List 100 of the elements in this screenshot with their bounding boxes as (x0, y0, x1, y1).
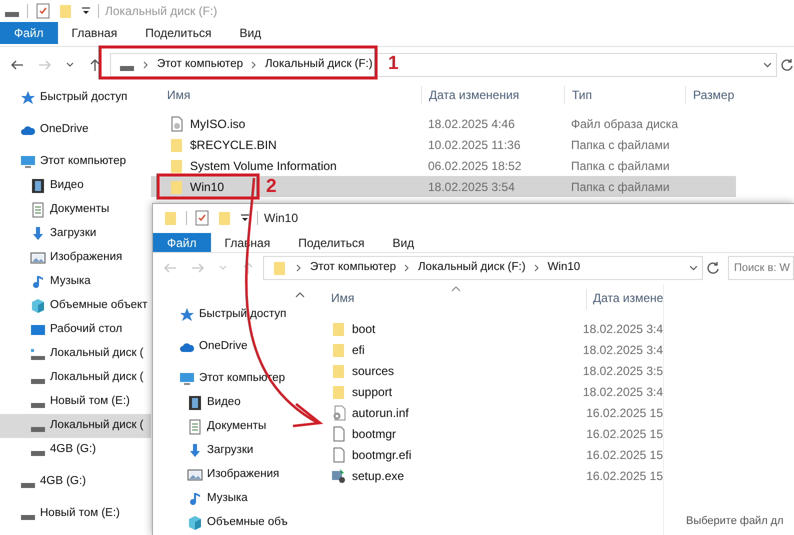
checklist-icon[interactable] (194, 210, 210, 226)
column-header[interactable]: Имя (311, 289, 586, 310)
nav-item[interactable]: Видео (0, 174, 151, 198)
nav-item[interactable]: Быстрый доступ (0, 86, 151, 110)
nav-item[interactable]: Локальный диск ( (0, 414, 151, 438)
nav-item[interactable]: Музыка (0, 270, 151, 294)
file-row[interactable]: setup.exe 16.02.2025 15 (311, 465, 663, 486)
drive-icon (31, 402, 45, 408)
nav-item[interactable]: OneDrive (0, 118, 151, 142)
folder-icon (169, 178, 185, 194)
breadcrumb[interactable]: Локальный диск (F:) (418, 259, 526, 277)
column-header[interactable]: Имя (151, 86, 421, 104)
ribbon-tab[interactable]: Файл (0, 22, 58, 44)
nav-item[interactable]: Этот компьютер (0, 150, 151, 174)
nav-item[interactable]: Новый том (E:) (0, 390, 151, 414)
date-cell-text: 06.02.2025 18:52 (427, 158, 522, 174)
file-row[interactable]: $RECYCLE.BIN 10.02.2025 11:36 Папка с файлами (151, 134, 736, 155)
refresh-icon[interactable] (706, 261, 720, 275)
ribbon-tab[interactable]: Поделиться (284, 232, 378, 252)
file-row[interactable]: MyISO.iso 18.02.2025 4:46 Файл образа диска (151, 113, 736, 134)
chevron-down-icon[interactable] (66, 61, 74, 69)
date-cell-text: 18.02.2025 3:4 (582, 320, 663, 338)
installer-icon (331, 468, 347, 484)
nav-item[interactable]: Изображения (153, 463, 311, 487)
nav-item[interactable]: Документы (153, 415, 311, 439)
column-header[interactable]: Тип (564, 86, 685, 104)
breadcrumb[interactable]: Локальный диск (F:) (265, 56, 373, 74)
file-row[interactable]: support 18.02.2025 3:4 (311, 381, 663, 402)
nav-item[interactable]: 4GB (G:) (0, 438, 151, 462)
ribbon-tab[interactable]: Поделиться (131, 22, 226, 44)
nav-item[interactable]: Объемные объект (0, 294, 151, 318)
file-row[interactable]: bootmgr 16.02.2025 15 (311, 423, 663, 444)
breadcrumb[interactable]: Win10 (548, 259, 580, 277)
nav-item[interactable]: Изображения (0, 246, 151, 270)
star-icon (20, 90, 36, 106)
monitor-icon (20, 154, 36, 170)
file-row[interactable]: boot 18.02.2025 3:4 (311, 318, 663, 339)
address-bar[interactable]: Этот компьютер Локальный диск (F:) Win10 (263, 256, 703, 280)
nav-item[interactable]: Объемные объ (153, 511, 311, 535)
chevron-down-icon[interactable] (763, 60, 772, 70)
column-header[interactable]: Дата изменения (421, 86, 564, 104)
image-icon (187, 467, 203, 483)
file-icon (331, 446, 347, 462)
chevron-right-icon (295, 264, 303, 272)
type-cell-text: Папка с файлами (570, 158, 671, 174)
nav-item[interactable]: Музыка (153, 487, 311, 511)
file-row[interactable]: sources 18.02.2025 3:5 (311, 360, 663, 381)
folder-icon (331, 384, 347, 400)
nav-item[interactable]: Локальный диск ( (0, 342, 151, 366)
sort-caret-icon (451, 286, 461, 292)
file-row[interactable]: efi 18.02.2025 3:4 (311, 339, 663, 360)
nav-item[interactable]: Видео (153, 391, 311, 415)
drive-icon (5, 12, 19, 16)
scroll-up-icon[interactable] (295, 291, 305, 299)
chevron-down-icon[interactable] (689, 264, 698, 272)
column-header[interactable]: Дата измене (586, 289, 663, 310)
file-name: bootmgr (352, 426, 396, 442)
ribbon-tab[interactable]: Главная (58, 22, 132, 44)
up-arrow-icon[interactable] (241, 261, 255, 275)
folder-icon (58, 3, 74, 19)
file-row[interactable]: System Volume Information 06.02.2025 18:52 Папка с файлами (151, 155, 736, 176)
nav-item[interactable]: Документы (0, 198, 151, 222)
breadcrumb[interactable]: Этот компьютер (310, 259, 396, 277)
nav-item[interactable]: Загрузки (153, 439, 311, 463)
chevron-right-icon (403, 264, 411, 272)
ribbon-tab[interactable]: Вид (378, 232, 428, 252)
cube-icon (30, 298, 46, 314)
file-name: efi (352, 342, 365, 358)
file-row[interactable]: bootmgr.efi 16.02.2025 15 (311, 444, 663, 465)
dropdown-icon[interactable] (81, 6, 91, 16)
nav-item[interactable]: 4GB (G:) (0, 470, 151, 494)
search-field[interactable]: Поиск в: W (728, 256, 794, 280)
ribbon-tab[interactable]: Вид (225, 22, 276, 44)
breadcrumb[interactable]: Этот компьютер (157, 56, 243, 74)
file-name: setup.exe (352, 468, 404, 484)
file-row[interactable]: Win10 2 18.02.2025 3:54 Папка с файлами (151, 176, 736, 197)
column-header[interactable]: Размер (685, 86, 735, 104)
nav-item[interactable]: Быстрый доступ (153, 303, 311, 327)
film-icon (30, 178, 46, 194)
file-name: System Volume Information (190, 158, 337, 174)
download-icon (30, 226, 46, 242)
date-cell-text: 18.02.2025 3:4 (582, 342, 663, 358)
date-cell-text: 16.02.2025 15 (585, 426, 663, 442)
nav-item[interactable]: Рабочий стол (0, 318, 151, 342)
chevron-right-icon (142, 61, 150, 69)
nav-item[interactable]: OneDrive (153, 335, 311, 359)
refresh-icon[interactable] (780, 58, 794, 72)
checklist-icon[interactable] (35, 3, 51, 19)
nav-item[interactable]: Новый том (E:) (0, 502, 151, 526)
back-arrow-icon[interactable] (10, 58, 24, 72)
music-note-icon (187, 491, 203, 507)
star-icon (179, 307, 195, 323)
drive-icon (31, 348, 45, 360)
ribbon-tab[interactable]: Файл (153, 232, 211, 252)
nav-item[interactable]: Локальный диск ( (0, 366, 151, 390)
file-row[interactable]: autorun.inf 16.02.2025 15 (311, 402, 663, 423)
dropdown-icon[interactable] (240, 213, 250, 224)
file-name: autorun.inf (352, 404, 409, 422)
date-cell-text: 18.02.2025 3:4 (582, 384, 663, 400)
nav-item[interactable]: Загрузки (0, 222, 151, 246)
